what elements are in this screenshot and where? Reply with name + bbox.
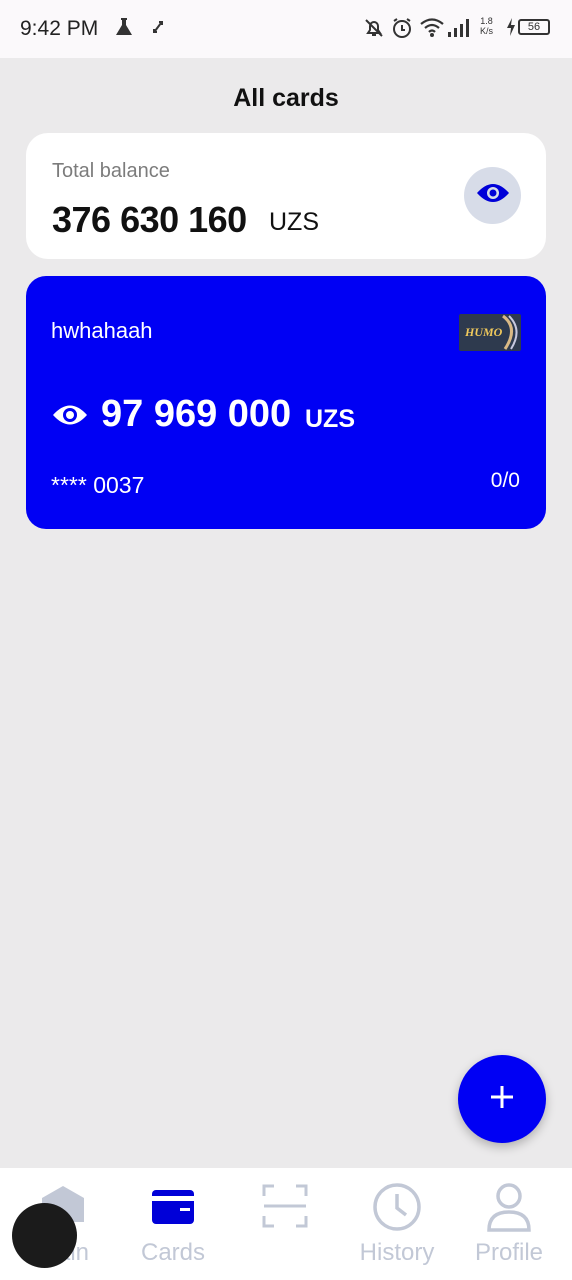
total-balance-card: Total balance 376 630 160 UZS [26,133,546,259]
humo-logo: HUMO [459,314,521,351]
add-card-button[interactable] [458,1055,546,1143]
card-currency: UZS [305,405,355,433]
status-time: 9:42 PM [20,17,99,40]
balance-currency: UZS [269,208,319,236]
signal-icon [446,16,472,43]
card-amount: 97 969 000 [101,393,292,435]
card-count: 0/0 [490,469,520,492]
eye-icon [475,181,511,210]
battery-level: 56 [518,19,550,35]
nav-label-history: History [359,1239,435,1266]
wallet-icon [116,1182,230,1230]
sync-icon [150,16,166,43]
card-name: hwhahaah [51,318,153,343]
bottom-navigation: Main Cards History Profile [0,1168,572,1280]
battery-icon: 56 [518,19,550,35]
balance-amount: 376 630 160 [52,199,247,240]
clock-icon [340,1182,454,1232]
floating-overlay-bubble[interactable] [12,1203,77,1268]
bell-off-icon [362,16,386,45]
network-speed-value: 1.8 [480,16,493,26]
user-icon [452,1182,566,1234]
toggle-balance-visibility-button[interactable] [464,167,521,224]
nav-item-cards[interactable]: Cards [116,1168,230,1280]
card-eye-icon[interactable] [51,402,89,433]
nav-label-cards: Cards [140,1239,206,1266]
flask-icon [113,16,135,43]
card-number: **** 0037 [51,472,145,498]
nav-item-history[interactable]: History [340,1168,454,1280]
status-bar: 9:42 PM 1.8 K/s 56 [0,0,572,58]
plus-icon [489,1084,515,1115]
alarm-icon [390,16,414,45]
wifi-icon [419,16,445,43]
nav-item-scan[interactable] [228,1168,342,1280]
network-speed-unit: K/s [480,26,494,36]
nav-item-profile[interactable]: Profile [452,1168,566,1280]
scan-icon [228,1182,342,1230]
nav-label-profile: Profile [474,1239,544,1266]
balance-label: Total balance [52,160,170,182]
bank-card[interactable]: hwhahaah HUMO 97 969 000 UZS **** 0037 0… [26,276,546,529]
network-speed: 1.8 K/s [480,16,493,36]
page-title: All cards [233,84,339,112]
charging-icon [505,16,517,43]
